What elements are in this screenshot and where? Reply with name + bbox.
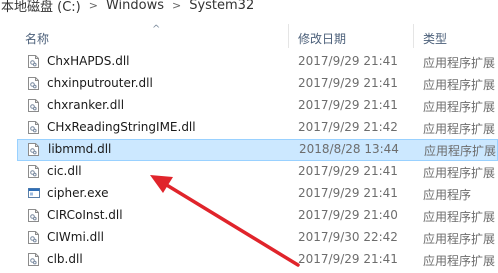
column-header-date[interactable]: 修改日期 <box>298 30 346 47</box>
file-type: 应用程序扩展 <box>423 232 496 246</box>
dll-file-icon <box>28 77 39 90</box>
file-name: ChxHAPDS.dll <box>47 54 130 68</box>
file-modified-date: 2017/9/29 21:40 <box>298 208 398 222</box>
file-row[interactable]: CIRCoInst.dll 2017/9/29 21:40 应用程序扩展 <box>17 205 498 227</box>
dll-file-icon <box>28 143 39 156</box>
file-modified-date: 2017/9/29 21:41 <box>298 98 398 112</box>
file-type: 应用程序扩展 <box>423 56 496 70</box>
file-name: CIRCoInst.dll <box>47 208 123 222</box>
breadcrumb: 本地磁盘 (C:) > Windows > System32 <box>0 0 255 15</box>
file-row[interactable]: chxranker.dll 2017/9/29 21:41 应用程序扩展 <box>17 95 498 117</box>
column-header-name[interactable]: 名称 <box>25 30 49 47</box>
file-row[interactable]: clb.dll 2017/9/29 21:41 应用程序扩展 <box>17 249 498 271</box>
file-modified-date: 2017/9/30 22:42 <box>298 230 398 244</box>
file-type: 应用程序扩展 <box>424 144 497 158</box>
file-modified-date: 2017/9/29 21:41 <box>298 252 398 266</box>
file-name: CHxReadingStringIME.dll <box>47 120 196 134</box>
file-name: chxranker.dll <box>47 98 125 112</box>
file-name: chxinputrouter.dll <box>47 76 153 90</box>
breadcrumb-item-local-disk[interactable]: 本地磁盘 (C:) <box>0 0 82 15</box>
breadcrumb-item-windows[interactable]: Windows <box>105 0 165 13</box>
sort-ascending-icon: ^ <box>152 24 161 35</box>
file-type: 应用程序扩展 <box>423 254 496 268</box>
file-type: 应用程序扩展 <box>423 100 496 114</box>
dll-file-icon <box>28 253 39 266</box>
file-name: CIWmi.dll <box>47 230 104 244</box>
file-row-selected[interactable]: libmmd.dll 2018/8/28 13:44 应用程序扩展 <box>17 139 498 161</box>
column-header-type[interactable]: 类型 <box>423 30 447 47</box>
column-divider[interactable] <box>413 24 414 48</box>
breadcrumb-separator-icon[interactable]: > <box>165 0 188 12</box>
exe-file-icon <box>28 187 40 200</box>
dll-file-icon <box>28 209 39 222</box>
file-type: 应用程序扩展 <box>423 122 496 136</box>
dll-file-icon <box>28 99 39 112</box>
dll-file-icon <box>28 165 39 178</box>
file-name: clb.dll <box>47 252 83 266</box>
file-type: 应用程序 <box>423 188 472 202</box>
file-modified-date: 2018/8/28 13:44 <box>299 142 399 156</box>
file-modified-date: 2017/9/29 21:41 <box>298 164 398 178</box>
breadcrumb-separator-icon[interactable]: > <box>82 0 105 12</box>
file-type: 应用程序扩展 <box>423 78 496 92</box>
file-modified-date: 2017/9/29 21:41 <box>298 76 398 90</box>
dll-file-icon <box>28 231 39 244</box>
file-type: 应用程序扩展 <box>423 166 496 180</box>
file-type: 应用程序扩展 <box>423 210 496 224</box>
column-divider[interactable] <box>288 24 289 48</box>
dll-file-icon <box>28 121 39 134</box>
file-row[interactable]: chxinputrouter.dll 2017/9/29 21:41 应用程序扩展 <box>17 73 498 95</box>
file-modified-date: 2017/9/29 21:42 <box>298 120 398 134</box>
file-row[interactable]: cic.dll 2017/9/29 21:41 应用程序扩展 <box>17 161 498 183</box>
file-row[interactable]: ChxHAPDS.dll 2017/9/29 21:41 应用程序扩展 <box>17 51 498 73</box>
column-header-row: ^ 名称 修改日期 类型 <box>0 24 498 50</box>
file-name: cipher.exe <box>47 186 109 200</box>
file-modified-date: 2017/9/29 21:41 <box>298 186 398 200</box>
file-name: libmmd.dll <box>48 142 112 156</box>
file-row[interactable]: CIWmi.dll 2017/9/30 22:42 应用程序扩展 <box>17 227 498 249</box>
dll-file-icon <box>28 55 39 68</box>
file-row[interactable]: CHxReadingStringIME.dll 2017/9/29 21:42 应用… <box>17 117 498 139</box>
breadcrumb-item-system32[interactable]: System32 <box>188 0 255 13</box>
file-modified-date: 2017/9/29 21:41 <box>298 54 398 68</box>
file-name: cic.dll <box>47 164 82 178</box>
file-row[interactable]: cipher.exe 2017/9/29 21:41 应用程序 <box>17 183 498 205</box>
